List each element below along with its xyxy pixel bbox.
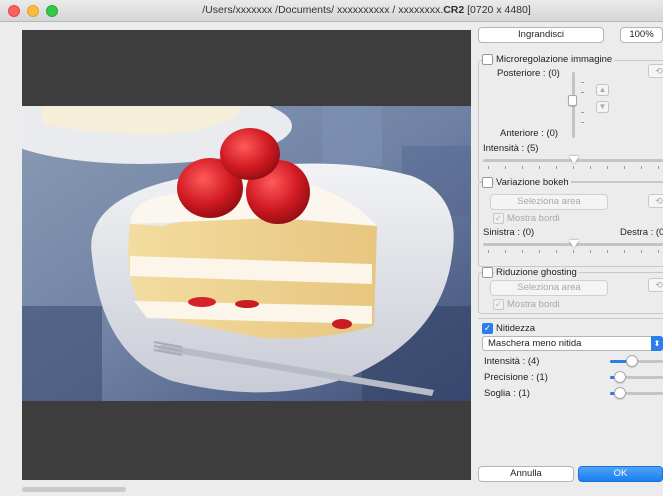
fine-tune-title: Microregolazione immagine	[494, 54, 615, 65]
photo-preview	[22, 106, 471, 401]
fine-tune-slider-tick	[624, 166, 625, 169]
back-label: Posteriore : (0)	[497, 68, 560, 79]
ghosting-select-area-button[interactable]: Seleziona area	[490, 280, 608, 296]
fine-tune-checkbox[interactable]	[482, 54, 493, 65]
zoom-button[interactable]: Ingrandisci	[478, 27, 604, 43]
bokeh-slider-tick	[556, 250, 557, 253]
close-window-button[interactable]	[8, 5, 20, 17]
window-margin	[0, 22, 22, 496]
ghosting-show-borders-checkbox[interactable]: ✓	[493, 299, 504, 310]
fine-tune-slider-tick	[522, 166, 523, 169]
front-label: Anteriore : (0)	[500, 128, 559, 139]
fine-tune-slider-tick	[573, 166, 574, 169]
sharpness-mode-value: Maschera meno nitida	[488, 338, 582, 349]
bokeh-slider-tick	[624, 250, 625, 253]
fine-tune-slider-tick	[590, 166, 591, 169]
bokeh-slider-tick	[658, 250, 659, 253]
select-arrows-icon: ⬍	[651, 336, 663, 351]
zoom-window-button[interactable]	[46, 5, 58, 17]
sharpness-threshold-knob[interactable]	[614, 387, 626, 399]
bokeh-slider-tick	[522, 250, 523, 253]
ok-button[interactable]: OK	[578, 466, 663, 482]
sharpness-intensity-knob[interactable]	[626, 355, 638, 367]
fine-tune-slider-tick	[641, 166, 642, 169]
sharpness-threshold-label: Soglia : (1)	[484, 388, 530, 399]
fine-tune-slider-tick	[607, 166, 608, 169]
sharpness-precision-label: Precisione : (1)	[484, 372, 548, 383]
sharpness-intensity-label: Intensità : (4)	[484, 356, 540, 367]
depth-slider-knob[interactable]	[568, 95, 577, 106]
horizontal-scrollbar[interactable]	[22, 487, 126, 492]
fine-tune-slider-tick	[556, 166, 557, 169]
bokeh-slider-tick	[539, 250, 540, 253]
bokeh-checkbox[interactable]	[482, 177, 493, 188]
fine-tune-undo-button[interactable]: ⟲	[648, 64, 663, 78]
bokeh-title: Variazione bokeh	[494, 177, 571, 188]
sharpness-mode-select[interactable]: Maschera meno nitida ⬍	[482, 336, 663, 351]
bokeh-undo-button[interactable]: ⟲	[648, 194, 663, 208]
window-title: /Users/xxxxxxx /Documents/ xxxxxxxxxx / …	[202, 4, 531, 16]
ghosting-undo-button[interactable]: ⟲	[648, 278, 663, 292]
fine-tune-intensity-label: Intensità : (5)	[483, 143, 539, 154]
bokeh-slider-tick	[505, 250, 506, 253]
ghosting-show-borders-label: Mostra bordi	[507, 299, 560, 310]
bokeh-select-area-button[interactable]: Seleziona area	[490, 194, 608, 210]
fine-tune-slider-tick	[505, 166, 506, 169]
fine-tune-slider-tick	[488, 166, 489, 169]
minimize-window-button[interactable]	[27, 5, 39, 17]
cancel-button[interactable]: Annulla	[478, 466, 574, 482]
fine-tune-intensity-knob[interactable]	[569, 156, 579, 164]
sharpness-checkbox[interactable]: ✓	[482, 323, 493, 334]
fine-tune-slider-tick	[658, 166, 659, 169]
bokeh-slider-knob[interactable]	[569, 240, 579, 248]
image-viewer[interactable]	[22, 30, 471, 480]
step-up-button[interactable]: ▲	[596, 84, 609, 96]
bokeh-right-label: Destra : (0)	[620, 227, 663, 238]
bokeh-show-borders-label: Mostra bordi	[507, 213, 560, 224]
title-bar: /Users/xxxxxxx /Documents/ xxxxxxxxxx / …	[0, 0, 663, 22]
bokeh-slider-tick	[590, 250, 591, 253]
sharpness-title: Nitidezza	[496, 323, 536, 334]
bokeh-left-label: Sinistra : (0)	[483, 227, 535, 238]
sharpness-precision-knob[interactable]	[614, 371, 626, 383]
fine-tune-slider-tick	[539, 166, 540, 169]
zoom-level-button[interactable]: 100%	[620, 27, 663, 43]
bokeh-slider-tick	[607, 250, 608, 253]
adjustment-panel: Ingrandisci 100% Microregolazione immagi…	[474, 22, 663, 496]
step-down-button[interactable]: ▼	[596, 101, 609, 113]
ghosting-title: Riduzione ghosting	[494, 267, 579, 278]
bokeh-show-borders-checkbox[interactable]: ✓	[493, 213, 504, 224]
bokeh-slider-tick	[641, 250, 642, 253]
bokeh-slider-tick	[488, 250, 489, 253]
bokeh-slider-tick	[573, 250, 574, 253]
ghosting-checkbox[interactable]	[482, 267, 493, 278]
